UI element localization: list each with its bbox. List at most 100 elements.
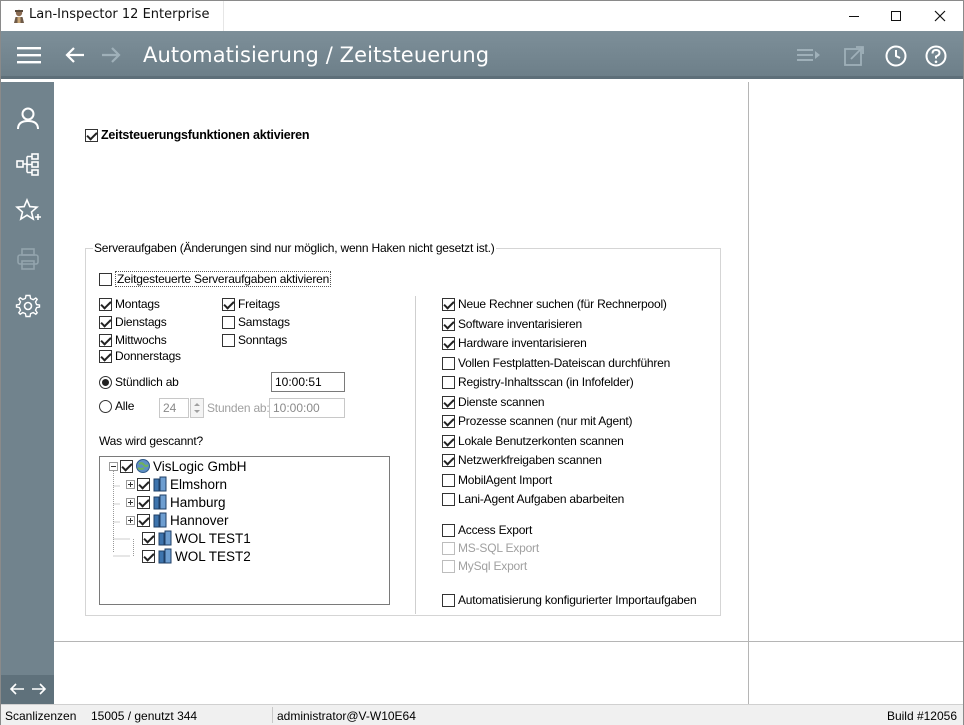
task-checkbox[interactable]: Hardware inventarisieren bbox=[442, 336, 587, 350]
checkbox-box[interactable] bbox=[137, 495, 150, 509]
task-checkbox[interactable]: Registry-Inhaltsscan (in Infofelder) bbox=[442, 375, 634, 389]
title-separator bbox=[223, 1, 224, 31]
checkbox-box[interactable] bbox=[442, 317, 455, 331]
build-number: Build #12056 bbox=[886, 709, 957, 723]
checkbox-box[interactable] bbox=[222, 333, 235, 347]
clock-icon[interactable] bbox=[883, 43, 909, 69]
checkbox-box[interactable] bbox=[222, 297, 235, 311]
task-checkbox[interactable]: Automatisierung konfigurierter Importauf… bbox=[442, 593, 697, 607]
scan-target-tree[interactable]: VisLogic GmbH Elmshorn Hamburg Hannover bbox=[99, 456, 390, 605]
enable-timed-tasks-label: Zeitgesteuerte Serveraufgaben aktivieren bbox=[115, 271, 332, 287]
checkbox-box[interactable] bbox=[442, 434, 455, 448]
task-checkbox[interactable]: Lokale Benutzerkonten scannen bbox=[442, 434, 624, 448]
checkbox-box[interactable] bbox=[120, 459, 133, 473]
day-checkbox-sunday[interactable]: Sonntags bbox=[222, 333, 287, 347]
checkbox-box[interactable] bbox=[99, 315, 112, 329]
task-label: Dienste scannen bbox=[458, 395, 545, 409]
day-checkbox-wednesday[interactable]: Mittwochs bbox=[99, 333, 167, 347]
task-checkbox[interactable]: Vollen Festplatten-Dateiscan durchführen bbox=[442, 356, 670, 370]
checkbox-box[interactable] bbox=[85, 128, 98, 142]
task-checkbox[interactable]: Software inventarisieren bbox=[442, 317, 582, 331]
tree-node-root[interactable]: VisLogic GmbH bbox=[109, 458, 247, 474]
computer-group-icon bbox=[153, 494, 167, 510]
expand-icon[interactable] bbox=[126, 479, 135, 489]
checkbox-box[interactable] bbox=[442, 414, 455, 428]
menu-icon[interactable] bbox=[17, 43, 41, 67]
task-checkbox[interactable]: Prozesse scannen (nur mit Agent) bbox=[442, 414, 633, 428]
task-checkbox: MySql Export bbox=[442, 559, 527, 573]
nav-left-arrow-icon[interactable] bbox=[9, 682, 25, 696]
task-label: MobilAgent Import bbox=[458, 473, 552, 487]
checkbox-box[interactable] bbox=[99, 349, 112, 363]
every-hours-input: 24 bbox=[159, 398, 189, 418]
checkbox-box[interactable] bbox=[99, 272, 112, 286]
checkbox-box[interactable] bbox=[442, 593, 455, 607]
user-icon[interactable] bbox=[15, 105, 41, 131]
network-tree-icon[interactable] bbox=[15, 152, 41, 178]
tree-node-label: VisLogic GmbH bbox=[153, 458, 247, 474]
checkbox-box[interactable] bbox=[442, 453, 455, 467]
checkbox-box[interactable] bbox=[99, 333, 112, 347]
checkbox-box[interactable] bbox=[442, 473, 455, 487]
tree-node-hannover[interactable]: Hannover bbox=[126, 512, 229, 528]
settings-gear-icon[interactable] bbox=[15, 293, 41, 319]
minimize-button[interactable] bbox=[831, 1, 877, 31]
checkbox-box[interactable] bbox=[442, 297, 455, 311]
collapse-icon[interactable] bbox=[109, 461, 118, 471]
checkbox-box[interactable] bbox=[442, 492, 455, 506]
checkbox-box[interactable] bbox=[99, 297, 112, 311]
day-checkbox-thursday[interactable]: Donnerstags bbox=[99, 349, 181, 363]
task-label: MySql Export bbox=[458, 559, 527, 573]
checkbox-box[interactable] bbox=[142, 531, 155, 545]
task-label: Vollen Festplatten-Dateiscan durchführen bbox=[458, 356, 671, 370]
checkbox-box[interactable] bbox=[222, 315, 235, 329]
expand-icon[interactable] bbox=[126, 515, 135, 525]
day-checkbox-friday[interactable]: Freitags bbox=[222, 297, 280, 311]
enable-timed-tasks-checkbox[interactable]: Zeitgesteuerte Serveraufgaben aktivieren bbox=[99, 271, 332, 287]
checkbox-box[interactable] bbox=[137, 477, 150, 491]
status-separator bbox=[272, 707, 273, 723]
day-checkbox-saturday[interactable]: Samstags bbox=[222, 315, 290, 329]
tree-node-label: WOL TEST2 bbox=[175, 548, 251, 564]
task-checkbox[interactable]: Access Export bbox=[442, 523, 532, 537]
maximize-button[interactable] bbox=[873, 1, 919, 31]
checkbox-box[interactable] bbox=[142, 549, 155, 563]
task-checkbox[interactable]: Lani-Agent Aufgaben abarbeiten bbox=[442, 492, 624, 506]
checkbox-box bbox=[442, 541, 455, 555]
checkbox-box[interactable] bbox=[442, 356, 455, 370]
day-checkbox-monday[interactable]: Montags bbox=[99, 297, 160, 311]
checkbox-box[interactable] bbox=[442, 395, 455, 409]
star-add-icon[interactable] bbox=[15, 198, 41, 224]
nav-right-arrow-icon[interactable] bbox=[31, 682, 47, 696]
hourly-time-input[interactable]: 10:00:51 bbox=[271, 372, 345, 392]
day-checkbox-tuesday[interactable]: Dienstags bbox=[99, 315, 167, 329]
enable-scheduling-checkbox[interactable]: Zeitsteuerungsfunktionen aktivieren bbox=[85, 128, 310, 142]
sidebar-nav-arrows bbox=[1, 675, 54, 704]
help-icon[interactable] bbox=[923, 43, 949, 69]
radio-circle[interactable] bbox=[99, 399, 112, 413]
task-checkbox[interactable]: Dienste scannen bbox=[442, 395, 545, 409]
tree-node-hamburg[interactable]: Hamburg bbox=[126, 494, 226, 510]
checkbox-box[interactable] bbox=[442, 336, 455, 350]
checkbox-box[interactable] bbox=[137, 513, 150, 527]
checkbox-box[interactable] bbox=[442, 375, 455, 389]
tree-node-wol-test2[interactable]: WOL TEST2 bbox=[142, 548, 251, 564]
tree-node-elmshorn[interactable]: Elmshorn bbox=[126, 476, 227, 492]
enable-scheduling-label: Zeitsteuerungsfunktionen aktivieren bbox=[101, 128, 310, 142]
every-radio[interactable]: Alle bbox=[99, 399, 134, 413]
radio-circle[interactable] bbox=[99, 375, 112, 389]
tree-node-wol-test1[interactable]: WOL TEST1 bbox=[142, 530, 251, 546]
hourly-radio[interactable]: Stündlich ab bbox=[99, 375, 179, 389]
expand-icon[interactable] bbox=[126, 497, 135, 507]
task-label: Lani-Agent Aufgaben abarbeiten bbox=[458, 492, 625, 506]
task-checkbox[interactable]: Netzwerkfreigaben scannen bbox=[442, 453, 602, 467]
checkbox-box[interactable] bbox=[442, 523, 455, 537]
back-arrow-icon[interactable] bbox=[63, 43, 87, 67]
day-label: Dienstags bbox=[115, 315, 167, 329]
task-label: Hardware inventarisieren bbox=[458, 336, 587, 350]
task-checkbox[interactable]: MobilAgent Import bbox=[442, 473, 552, 487]
close-button[interactable] bbox=[917, 1, 963, 31]
task-checkbox[interactable]: Neue Rechner suchen (für Rechnerpool) bbox=[442, 297, 667, 311]
task-label: Registry-Inhaltsscan (in Infofelder) bbox=[458, 375, 634, 389]
title-bar: Lan-Inspector 12 Enterprise bbox=[1, 1, 963, 31]
